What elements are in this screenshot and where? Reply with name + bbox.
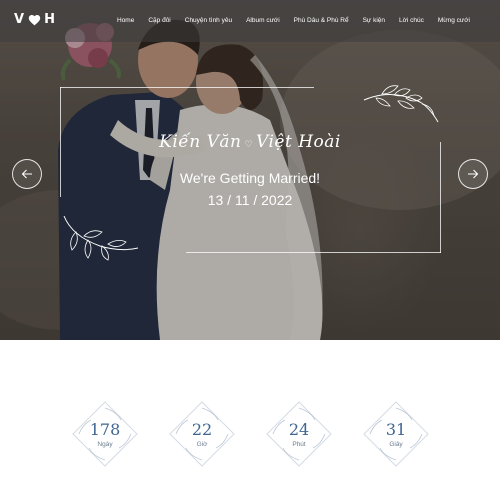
groom-name: Kiến Văn <box>159 132 242 152</box>
hero-tagline: We're Getting Married! <box>179 170 321 186</box>
nav-album[interactable]: Album cưới <box>246 17 280 24</box>
slider-next-button[interactable] <box>458 159 488 189</box>
couple-names: Kiến Văn ♡ Việt Hoài <box>150 132 350 152</box>
countdown-hours-value: 22 <box>191 420 213 439</box>
nav-wishes[interactable]: Lời chúc <box>399 17 424 24</box>
nav-menu: Home Cặp đôi Chuyện tình yêu Album cưới … <box>117 17 470 24</box>
countdown-days: 178 Ngày <box>69 398 141 470</box>
countdown-days-value: 178 <box>89 420 121 439</box>
countdown-seconds-label: Giây <box>389 441 403 448</box>
countdown-days-label: Ngày <box>97 441 113 448</box>
site-logo[interactable]: V H <box>14 12 56 27</box>
countdown-hours: 22 Giờ <box>166 398 238 470</box>
countdown-minutes-label: Phút <box>292 441 306 448</box>
countdown-minutes: 24 Phút <box>263 398 335 470</box>
floral-leaf-icon <box>63 215 139 261</box>
bride-name: Việt Hoài <box>256 132 341 152</box>
frame-line-top <box>60 87 314 88</box>
heart-icon <box>28 14 41 25</box>
countdown-section: 178 Ngày 22 Giờ 24 Phút 31 Giây <box>0 340 500 500</box>
logo-initial-left: V <box>14 12 26 27</box>
countdown-hours-label: Giờ <box>196 441 208 448</box>
frame-line-left <box>60 87 61 197</box>
countdown-seconds-value: 31 <box>385 420 407 439</box>
nav-home[interactable]: Home <box>117 17 134 24</box>
arrow-left-icon <box>21 169 32 179</box>
nav-couple[interactable]: Cặp đôi <box>148 17 170 24</box>
nav-events[interactable]: Sự kiện <box>363 17 385 24</box>
floral-leaf-icon <box>363 85 439 123</box>
top-navigation: V H Home Cặp đôi Chuyện tình yêu Album c… <box>0 0 500 42</box>
arrow-right-icon <box>468 169 479 179</box>
countdown-minutes-value: 24 <box>288 420 310 439</box>
nav-love-story[interactable]: Chuyện tình yêu <box>185 17 232 24</box>
nav-bridal-party[interactable]: Phù Dâu & Phù Rể <box>294 17 349 24</box>
logo-initial-right: H <box>44 12 56 27</box>
countdown-seconds: 31 Giây <box>360 398 432 470</box>
frame-line-bottom <box>186 252 441 253</box>
heart-separator: ♡ <box>244 140 254 150</box>
frame-line-right <box>440 142 441 253</box>
slider-prev-button[interactable] <box>12 159 42 189</box>
wedding-date: 13 / 11 / 2022 <box>207 192 293 208</box>
nav-gifts[interactable]: Mừng cưới <box>438 17 470 24</box>
